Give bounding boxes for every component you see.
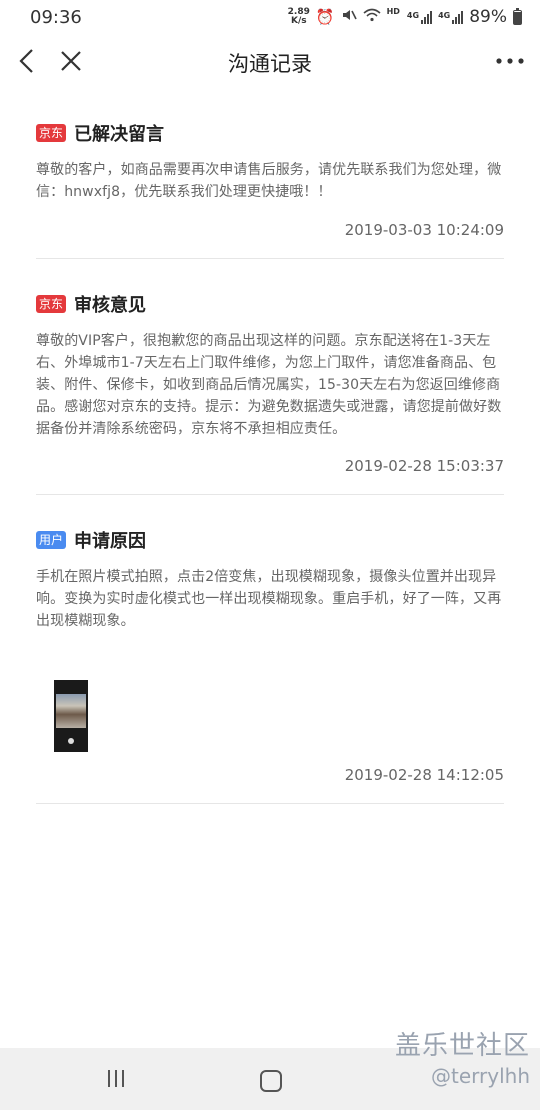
hd-label: HD: [386, 7, 400, 16]
network-speed: 2.89 K/s: [288, 8, 310, 26]
record-title: 审核意见: [74, 295, 147, 316]
sim1-label: 4G: [406, 10, 420, 20]
communication-records: 京东 已解决留言 尊敬的客户，如商品需要再次申请售后服务，请优先联系我们为您处理…: [36, 88, 504, 804]
record-header: 京东 审核意见: [36, 292, 504, 316]
signal-icon-2: 4G: [438, 10, 464, 24]
record-item: 京东 已解决留言 尊敬的客户，如商品需要再次申请售后服务，请优先联系我们为您处理…: [36, 88, 504, 259]
record-title: 已解决留言: [74, 124, 165, 145]
camera-shutter-icon: [68, 738, 74, 744]
wifi-icon: [363, 8, 381, 26]
navigation-bar: 沟通记录: [0, 34, 540, 88]
record-header: 用户 申请原因: [36, 528, 504, 552]
record-time: 2019-03-03 10:24:09: [344, 221, 504, 239]
network-speed-unit: K/s: [290, 16, 307, 26]
record-item: 用户 申请原因 手机在照片模式拍照，点击2倍变焦，出现模糊现象，摄像头位置并出现…: [36, 495, 504, 804]
record-text: 手机在照片模式拍照，点击2倍变焦，出现模糊现象，摄像头位置并出现异响。变换为实时…: [36, 569, 502, 629]
status-bar: 09:36 2.89 K/s ⏰ HD 4G 4G 89%: [0, 0, 540, 34]
home-icon[interactable]: [260, 1070, 282, 1092]
signal-icon: 4G: [406, 10, 433, 24]
recent-apps-icon[interactable]: [108, 1070, 124, 1087]
sim2-label: 4G: [438, 10, 451, 20]
source-badge: 京东: [36, 124, 67, 142]
status-icons: 2.89 K/s ⏰ HD 4G 4G 89%: [288, 7, 522, 27]
status-time: 09:36: [30, 6, 82, 28]
attachment-photo: [56, 694, 86, 728]
record-text: 尊敬的客户，如商品需要再次申请售后服务，请优先联系我们为您处理，微信：hnwxf…: [36, 162, 502, 200]
source-badge: 京东: [36, 295, 67, 313]
watermark-site: 盖乐世社区: [394, 1031, 530, 1061]
record-time: 2019-02-28 15:03:37: [344, 457, 504, 475]
attachment-thumbnail[interactable]: [54, 680, 88, 752]
record-title: 申请原因: [74, 531, 147, 552]
record-header: 京东 已解决留言: [36, 121, 504, 145]
battery-icon: [513, 7, 522, 25]
record-text: 尊敬的VIP客户，很抱歉您的商品出现这样的问题。京东配送将在1-3天左右、外埠城…: [36, 333, 502, 437]
record-time: 2019-02-28 14:12:05: [344, 766, 504, 784]
alarm-icon: ⏰: [315, 8, 335, 26]
page-title: 沟通记录: [228, 52, 312, 76]
watermark-user: @terrylhh: [431, 1064, 530, 1088]
mute-icon: [341, 7, 357, 27]
record-item: 京东 审核意见 尊敬的VIP客户，很抱歉您的商品出现这样的问题。京东配送将在1-…: [36, 259, 504, 495]
more-icon[interactable]: [492, 46, 528, 76]
source-badge: 用户: [36, 531, 67, 549]
battery-text: 89%: [469, 7, 507, 27]
